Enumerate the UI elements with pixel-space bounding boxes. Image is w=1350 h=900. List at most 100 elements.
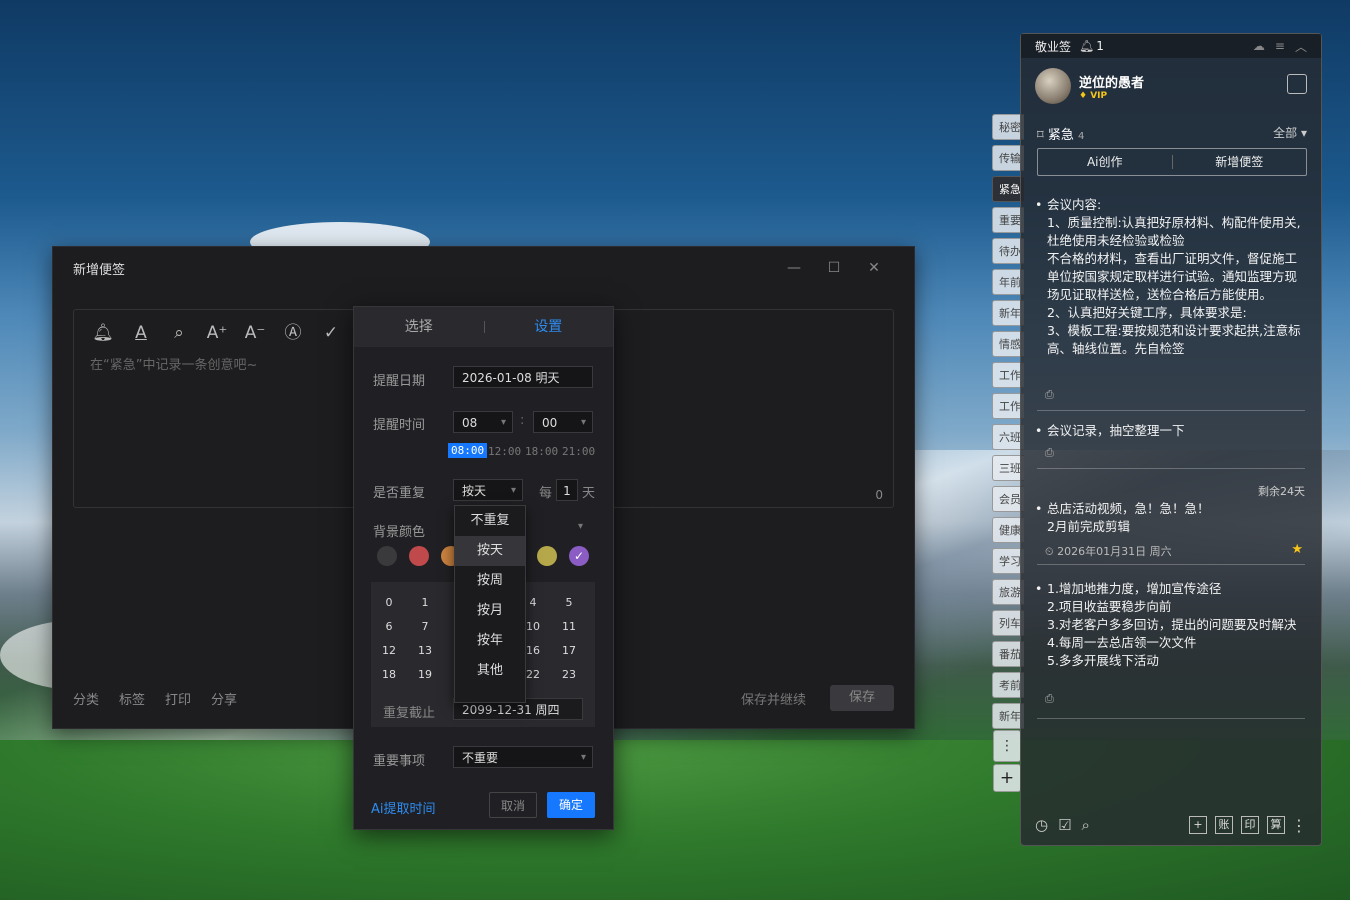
divider bbox=[1037, 468, 1305, 469]
color-swatch-purple-selected[interactable]: ✓ bbox=[569, 546, 589, 566]
ai-create-button[interactable]: Ai创作 bbox=[1038, 155, 1173, 169]
avatar[interactable] bbox=[1035, 68, 1071, 104]
day-number[interactable]: 17 bbox=[551, 644, 587, 657]
repeat-option-other[interactable]: 其他 bbox=[455, 656, 525, 686]
remind-date-input[interactable]: 2026-01-08 明天 bbox=[453, 366, 593, 388]
save-button[interactable]: 保存 bbox=[830, 685, 894, 711]
save-and-continue-button[interactable]: 保存并继续 bbox=[741, 689, 806, 708]
font-color-icon[interactable]: A bbox=[130, 322, 152, 344]
checklist-icon[interactable]: ☑ bbox=[1058, 816, 1071, 834]
panel-topbar: 敬业签 🔔︎ 1 ☁ ≡ ︿ bbox=[1021, 34, 1321, 58]
cloud-sync-icon[interactable]: ☁ bbox=[1253, 39, 1265, 53]
repeat-option-weekly[interactable]: 按周 bbox=[455, 566, 525, 596]
new-note-button[interactable]: 新增便签 bbox=[1173, 149, 1307, 175]
username: 逆位的愚者 bbox=[1079, 75, 1145, 91]
every-label: 每 bbox=[539, 486, 553, 501]
repeat-option-yearly[interactable]: 按年 bbox=[455, 626, 525, 656]
calendar-icon[interactable] bbox=[1287, 74, 1307, 94]
repeat-option-monthly[interactable]: 按月 bbox=[455, 596, 525, 626]
clock-icon[interactable]: ◷ bbox=[1035, 816, 1048, 834]
day-number[interactable]: 18 bbox=[371, 668, 407, 681]
bg-color-label: 背景颜色 bbox=[373, 525, 426, 540]
calculate-button[interactable]: 算 bbox=[1267, 816, 1285, 834]
bell-icon[interactable]: 🔔︎ bbox=[92, 322, 114, 344]
time-chip-2100[interactable]: 21:00 bbox=[562, 445, 595, 458]
note-item[interactable]: • 1.增加地推力度，增加宣传途径 2.项目收益要稳步向前 3.对老客户多多回访… bbox=[1035, 580, 1305, 670]
tab-settings[interactable]: 设置 bbox=[483, 307, 614, 347]
add-icon[interactable]: + bbox=[1189, 816, 1207, 834]
print-link[interactable]: 打印 bbox=[165, 689, 191, 708]
maximize-icon[interactable]: ☐ bbox=[814, 260, 854, 276]
editor-footer-links: 分类 标签 打印 分享 bbox=[73, 689, 237, 708]
day-number[interactable]: 23 bbox=[551, 668, 587, 681]
font-increase-icon[interactable]: A⁺ bbox=[206, 322, 228, 344]
repeat-option-daily[interactable]: 按天 bbox=[455, 536, 525, 566]
user-info[interactable]: 逆位的愚者 ♦ VIP bbox=[1035, 68, 1144, 104]
search-icon[interactable]: ⌕ bbox=[1082, 816, 1090, 834]
note-attachment-icon[interactable]: ⎙ bbox=[1045, 446, 1054, 460]
note-item[interactable]: • 会议记录，抽空整理一下 bbox=[1035, 422, 1305, 440]
color-swatch-red[interactable] bbox=[409, 546, 429, 566]
ai-extract-time-link[interactable]: Ai提取时间 bbox=[371, 798, 436, 817]
day-number[interactable]: 1 bbox=[407, 596, 443, 609]
minute-select[interactable]: 00 bbox=[533, 411, 593, 434]
cancel-button[interactable]: 取消 bbox=[489, 792, 537, 818]
day-number[interactable]: 12 bbox=[371, 644, 407, 657]
importance-label: 重要事项 bbox=[373, 754, 426, 769]
day-number[interactable]: 5 bbox=[551, 596, 587, 609]
note-bullet: • bbox=[1035, 581, 1043, 596]
divider bbox=[1037, 410, 1305, 411]
day-number[interactable]: 19 bbox=[407, 668, 443, 681]
hour-select[interactable]: 08 bbox=[453, 411, 513, 434]
category-link[interactable]: 分类 bbox=[73, 689, 99, 708]
note-bullet: • bbox=[1035, 501, 1043, 516]
day-number[interactable]: 0 bbox=[371, 596, 407, 609]
day-number[interactable]: 11 bbox=[551, 620, 587, 633]
menu-icon[interactable]: ≡ bbox=[1275, 39, 1285, 53]
editor-placeholder: 在“紧急”中记录一条创意吧~ bbox=[90, 358, 258, 373]
add-category-icon[interactable]: + bbox=[993, 764, 1021, 792]
search-icon[interactable]: ⌕ bbox=[168, 322, 190, 344]
dialog-tabs: 选择 设置 bbox=[354, 307, 613, 347]
day-number[interactable]: 6 bbox=[371, 620, 407, 633]
more-tabs-icon[interactable]: ⋮ bbox=[993, 730, 1021, 762]
minimize-icon[interactable]: — bbox=[774, 260, 814, 276]
day-number[interactable]: 13 bbox=[407, 644, 443, 657]
text-style-icon[interactable]: Ⓐ bbox=[282, 322, 304, 344]
color-swatch-olive[interactable] bbox=[537, 546, 557, 566]
note-attachment-icon[interactable]: ⎙ bbox=[1045, 388, 1054, 402]
tag-link[interactable]: 标签 bbox=[119, 689, 145, 708]
note-attachment-icon[interactable]: ⎙ bbox=[1045, 692, 1054, 706]
close-icon[interactable]: ✕ bbox=[854, 260, 894, 276]
editor-titlebar: 新增便签 — ☐ ✕ bbox=[53, 247, 914, 289]
importance-select[interactable]: 不重要 bbox=[453, 746, 593, 769]
print-button[interactable]: 印 bbox=[1241, 816, 1259, 834]
font-decrease-icon[interactable]: A⁻ bbox=[244, 322, 266, 344]
filter-select[interactable]: 全部 ▾ bbox=[1273, 124, 1307, 141]
tab-select[interactable]: 选择 bbox=[354, 307, 484, 347]
color-swatch-gray[interactable] bbox=[377, 546, 397, 566]
check-icon[interactable]: ✓ bbox=[320, 322, 342, 344]
day-number[interactable]: 7 bbox=[407, 620, 443, 633]
due-date-text: 2026年01月31日 周六 bbox=[1057, 545, 1172, 558]
remind-time-label: 提醒时间 bbox=[373, 418, 426, 433]
share-link[interactable]: 分享 bbox=[211, 689, 237, 708]
bg-color-dropdown-icon[interactable]: ▾ bbox=[578, 521, 583, 532]
note-bullet: • bbox=[1037, 196, 1042, 214]
time-chip-0800[interactable]: 08:00 bbox=[448, 443, 488, 458]
bell-icon[interactable]: 🔔︎ bbox=[1079, 39, 1094, 53]
repeat-option-none[interactable]: 不重复 bbox=[455, 506, 525, 536]
bell-count: 1 bbox=[1096, 39, 1104, 53]
confirm-button[interactable]: 确定 bbox=[547, 792, 595, 818]
collapse-icon[interactable]: ︿ bbox=[1295, 38, 1307, 55]
time-chip-1200[interactable]: 12:00 bbox=[488, 445, 521, 458]
every-input[interactable]: 1 bbox=[556, 479, 578, 501]
more-icon[interactable]: ⋮ bbox=[1291, 816, 1307, 835]
time-chip-1800[interactable]: 18:00 bbox=[525, 445, 558, 458]
note-due-date: ⏲ 2026年01月31日 周六 bbox=[1045, 545, 1172, 558]
repeat-select[interactable]: 按天 bbox=[453, 479, 523, 502]
note-item[interactable]: • 会议内容: 1、质量控制:认真把好原材料、构配件使用关,杜绝使用未经检验或检… bbox=[1037, 196, 1305, 376]
account-button[interactable]: 账 bbox=[1215, 816, 1233, 834]
note-item[interactable]: • 总店活动视频，急！急！急！ 2月前完成剪辑 bbox=[1035, 500, 1305, 536]
star-icon[interactable]: ★ bbox=[1291, 542, 1303, 557]
